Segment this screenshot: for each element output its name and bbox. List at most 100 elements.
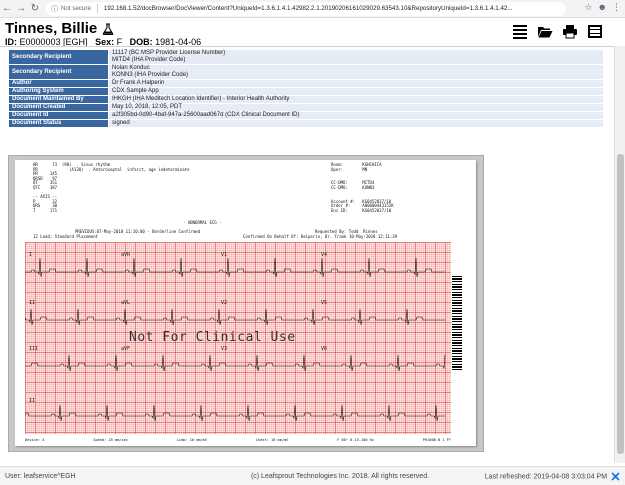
metadata-value-line: signed bbox=[112, 120, 130, 126]
metadata-value: IHKGH (IHA Meditech Location Identifier)… bbox=[108, 95, 604, 104]
metadata-row: Document Maintained By IHKGH (IHA Meditec… bbox=[8, 95, 604, 104]
divider bbox=[96, 4, 98, 13]
ecg-right-info: Room: KGHCHICA Oper: MN CC-DMO: MITD4 CC… bbox=[331, 162, 394, 213]
film-icon[interactable] bbox=[587, 24, 603, 39]
ecg-trace bbox=[25, 308, 445, 326]
status-refresh: Last refreshed: 2019-04-08 3:03:04 PM bbox=[475, 471, 620, 481]
metadata-value: Dr Frank A Halperin bbox=[108, 79, 604, 88]
ecg-footer-item: F 60~ 0.15-100 Hz bbox=[337, 438, 374, 442]
lead-label: II bbox=[29, 300, 36, 306]
status-user: User: leafservice^EGH bbox=[5, 472, 76, 480]
lead-label: II bbox=[29, 398, 36, 404]
metadata-key: Document Id bbox=[8, 111, 109, 120]
url-text[interactable]: 192.168.1.52/docBrowser/DocViewer/Conten… bbox=[104, 5, 513, 12]
lead-label: I bbox=[29, 252, 33, 258]
lead-label: V4 bbox=[321, 252, 328, 258]
metadata-key: Document Created bbox=[8, 103, 109, 112]
barcode bbox=[452, 276, 462, 370]
print-icon[interactable] bbox=[562, 24, 578, 39]
ecg-trace bbox=[25, 257, 445, 278]
metadata-value-line: Nolan Konduc bbox=[112, 65, 150, 71]
reload-icon[interactable]: ↻ bbox=[28, 2, 42, 16]
folder-open-icon[interactable] bbox=[537, 24, 553, 39]
lead-label: V1 bbox=[221, 252, 228, 258]
document-content: Secondary Recipient 11117 (BC MSP Provide… bbox=[0, 46, 614, 463]
ecg-header: HR 73 (90) . Sinus rhythm PR (A13Q) . An… bbox=[15, 160, 476, 244]
metadata-row: Secondary Recipient 11117 (BC MSP Provide… bbox=[8, 49, 604, 65]
flask-icon bbox=[103, 22, 114, 35]
ecg-trace bbox=[25, 404, 445, 422]
lead-label: aVL bbox=[121, 300, 131, 306]
security-label: Not secure bbox=[61, 5, 91, 12]
metadata-key: Secondary Recipient bbox=[8, 64, 109, 80]
metadata-value-line: 11117 (BC MSP Provider License Number) bbox=[112, 50, 226, 56]
metadata-key: Authoring System bbox=[8, 87, 109, 96]
metadata-value: May 10, 2018, 12:05, PDT bbox=[108, 103, 604, 112]
lead-label: aVR bbox=[121, 252, 131, 258]
forward-icon[interactable]: → bbox=[14, 2, 28, 16]
document-metadata-table: Secondary Recipient 11117 (BC MSP Provide… bbox=[8, 49, 604, 128]
star-icon[interactable]: ☆ bbox=[584, 2, 592, 13]
metadata-key: Author bbox=[8, 79, 109, 88]
ecg-abnormal: - ABNORMAL ECG - bbox=[183, 220, 222, 225]
metadata-value: 11117 (BC MSP Provider License Number) MI… bbox=[108, 49, 604, 65]
metadata-value-line: May 10, 2018, 12:05, PDT bbox=[112, 104, 183, 110]
lead-label: V2 bbox=[221, 300, 228, 306]
patient-name: Tinnes, Billie bbox=[5, 20, 98, 37]
metadata-value-line: IHKGH (IHA Meditech Location Identifier)… bbox=[112, 96, 290, 102]
lead-label: III bbox=[29, 346, 39, 352]
metadata-value-line: Dr Frank A Halperin bbox=[112, 80, 165, 86]
lead-label: V5 bbox=[321, 300, 328, 306]
metadata-value-line: KONN3 (IHA Provider Code) bbox=[112, 72, 189, 78]
metadata-value: signed bbox=[108, 119, 604, 128]
status-copyright: (c) Leafsprout Technologies Inc. 2018. A… bbox=[250, 472, 430, 480]
browser-toolbar: ← → ↻ ⓘ Not secure 192.168.1.52/docBrows… bbox=[0, 0, 625, 18]
metadata-key: Secondary Recipient bbox=[8, 49, 109, 65]
metadata-row: Document Created May 10, 2018, 12:05, PDT bbox=[8, 103, 604, 112]
sync-icon[interactable] bbox=[611, 471, 620, 481]
ecg-viewer[interactable]: HR 73 (90) . Sinus rhythm PR (A13Q) . An… bbox=[8, 155, 484, 452]
status-bar: User: leafservice^EGH (c) Leafsprout Tec… bbox=[0, 466, 625, 485]
metadata-value-line: CDX Sample App bbox=[112, 88, 159, 94]
metadata-row: Secondary Recipient Nolan Konduc KONN3 (IH… bbox=[8, 64, 604, 80]
metadata-row: Document Status signed bbox=[8, 119, 604, 128]
ecg-grid: IaVR V1 V4 II aVL V2 V5 III aVF V3 V6 II Not For Cl… bbox=[25, 242, 451, 434]
metadata-value: Nolan Konduc KONN3 (IHA Provider Code) bbox=[108, 64, 604, 80]
metadata-row: Document Id a2f305bd-0d90-4baf-947a-25600… bbox=[8, 111, 604, 120]
document-toolbar bbox=[512, 24, 603, 39]
ecg-lead-placement: 12 Lead; Standard Placement bbox=[33, 234, 99, 239]
ecg-measurements: HR 73 (90) . Sinus rhythm PR (A13Q) . An… bbox=[33, 162, 190, 213]
address-bar[interactable]: ⓘ Not secure 192.168.1.52/docBrowser/Doc… bbox=[46, 1, 566, 16]
ecg-footer-item: Limb: 10 mm/mV bbox=[176, 438, 208, 442]
info-icon[interactable]: ⓘ bbox=[51, 4, 58, 14]
patient-header: Tinnes, Billie ID: E0000003 [EGH] Sex: F… bbox=[5, 20, 201, 47]
ecg-confirmed: Confirmed On Behalf Of: Halperin, Dr. Fr… bbox=[243, 234, 398, 239]
ecg-report-page: HR 73 (90) . Sinus rhythm PR (A13Q) . An… bbox=[15, 160, 476, 446]
list-icon[interactable] bbox=[512, 24, 528, 39]
metadata-value: CDX Sample App bbox=[108, 87, 604, 96]
menu-icon[interactable]: ⋮ bbox=[612, 2, 621, 13]
lead-label: aVF bbox=[121, 346, 131, 352]
metadata-key: Document Status bbox=[8, 119, 109, 128]
ecg-footer: Device: 4 Speed: 25 mm/sec Limb: 10 mm/mV C… bbox=[25, 438, 451, 442]
patient-name-row: Tinnes, Billie bbox=[5, 20, 201, 37]
profile-icon[interactable]: ☻ bbox=[598, 2, 607, 13]
ecg-footer-item: PH100B B 1 P? bbox=[422, 438, 451, 442]
vertical-scrollbar[interactable] bbox=[614, 46, 625, 463]
metadata-row: Author Dr Frank A Halperin bbox=[8, 79, 604, 88]
metadata-row: Authoring System CDX Sample App bbox=[8, 87, 604, 96]
ecg-footer-item: Speed: 25 mm/sec bbox=[93, 438, 128, 442]
scrollbar-thumb[interactable] bbox=[617, 154, 624, 454]
metadata-key: Document Maintained By bbox=[8, 95, 109, 104]
metadata-value: a2f305bd-0d90-4baf-947a-25600aad067d (CD… bbox=[108, 111, 604, 120]
metadata-value-line: a2f305bd-0d90-4baf-947a-25600aad067d (CD… bbox=[112, 112, 300, 118]
back-icon[interactable]: ← bbox=[0, 2, 14, 16]
status-refresh-text: Last refreshed: 2019-04-08 3:03:04 PM bbox=[484, 472, 608, 480]
lead-label: V3 bbox=[221, 346, 228, 352]
ecg-footer-item: Device: 4 bbox=[25, 438, 45, 442]
ecg-trace bbox=[25, 354, 446, 372]
watermark: Not For Clinical Use bbox=[129, 330, 296, 345]
metadata-value-line: MITD4 (IHA Provider Code) bbox=[112, 57, 186, 63]
ecg-footer-item: Chest: 10 mm/mV bbox=[255, 438, 289, 442]
lead-label: V6 bbox=[321, 346, 328, 352]
